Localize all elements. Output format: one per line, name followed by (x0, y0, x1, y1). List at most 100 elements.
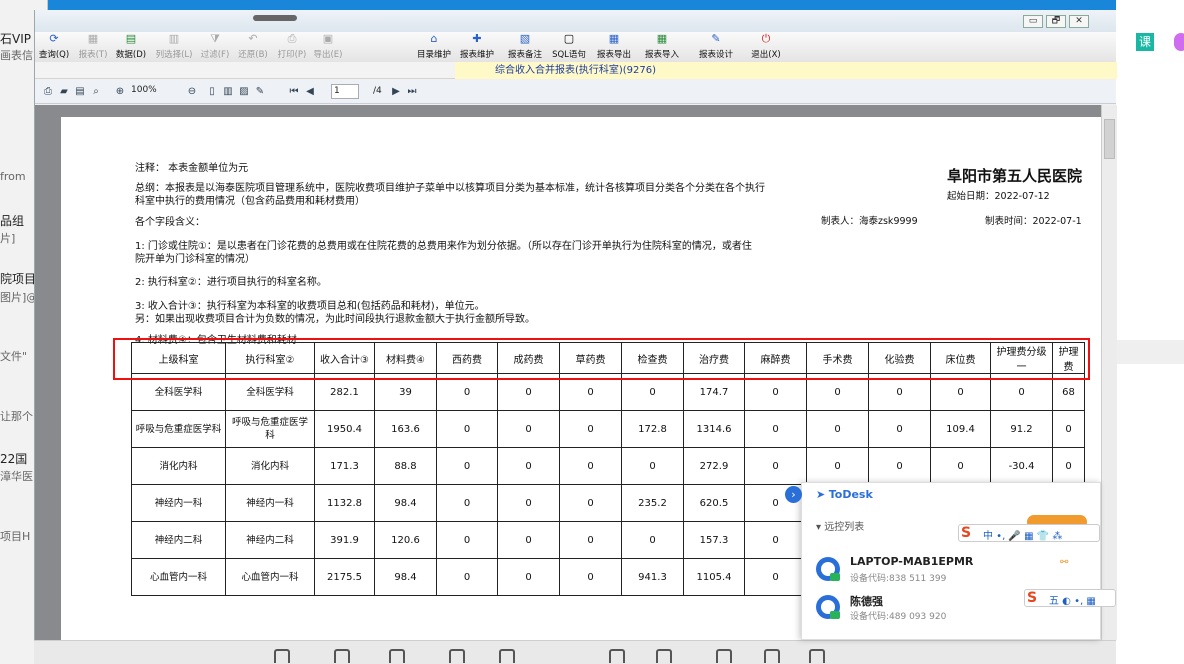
ime-toolbar-2[interactable]: S 五 ◐ •, ▦ (1024, 589, 1116, 607)
bg-text: 文件" (0, 350, 28, 363)
start-date: 起始日期：2022-07-12 (947, 191, 1050, 202)
table-row: 消化内科 消化内科 171.3 88.8 0 0 0 0 272.9 0 0 0 0 -30.4 0 (131, 447, 1085, 485)
taskbar-icon[interactable] (449, 649, 465, 663)
report-button[interactable]: ▦ 报表(T) (75, 32, 111, 62)
print-icon[interactable]: ⎙ (41, 85, 55, 98)
link-icon[interactable]: ⚯ (1060, 557, 1068, 568)
ime-toolbar[interactable]: S 中 •, 🎤 ▦ 👕 ⁂ (958, 524, 1100, 542)
taskbar-icon[interactable] (764, 649, 780, 663)
data-icon: ▤ (125, 32, 137, 45)
page-setup-icon[interactable]: ▨ (237, 85, 251, 98)
table-cell: 0 (497, 373, 560, 411)
taskbar-icon[interactable] (274, 649, 290, 663)
course-badge[interactable]: 课 (1136, 33, 1154, 51)
column-header: 治疗费 (683, 342, 745, 374)
report-design-button[interactable]: ✎ 报表设计 (695, 32, 737, 62)
note-line: 注释： 本表金额单位为元 (135, 163, 249, 174)
filter-icon: ⧩ (210, 32, 220, 45)
taskbar-icon[interactable] (716, 649, 732, 663)
taskbar-icon[interactable] (656, 649, 672, 663)
table-cell: 171.3 (314, 447, 375, 485)
minimize-button[interactable]: ▭ (1023, 15, 1043, 28)
find-icon[interactable]: ⌕ (89, 85, 103, 98)
page-number-input[interactable]: 1 (331, 84, 359, 99)
vertical-scrollbar[interactable] (1101, 105, 1117, 640)
device-avatar (816, 595, 840, 619)
report-maintain-button[interactable]: ✚ 报表维护 (457, 32, 497, 62)
last-page-icon[interactable]: ⏭ (405, 85, 419, 98)
scroll-thumb[interactable] (1104, 119, 1115, 159)
export-button[interactable]: ▣ 导出(E) (311, 32, 345, 62)
sql-button[interactable]: ▢ SQL语句 (549, 32, 589, 62)
catalog-maintain-button[interactable]: ⌂ 目录维护 (415, 32, 453, 62)
table-cell: -30.4 (990, 447, 1053, 485)
data-button[interactable]: ▤ 数据(D) (113, 32, 149, 62)
column-header: 护理费 (1052, 342, 1085, 374)
note-icon: ▧ (519, 32, 531, 45)
close-button[interactable]: ✕ (1069, 15, 1089, 28)
export-icon: ▣ (322, 32, 334, 45)
table-cell: 0 (621, 373, 684, 411)
table-cell: 0 (559, 447, 622, 485)
filter-button[interactable]: ⧩ 过滤(F) (197, 32, 233, 62)
bg-text: 石VIP (0, 32, 31, 46)
report-time: 制表时间：2022-07-1 (985, 216, 1082, 227)
column-header: 手术费 (806, 342, 869, 374)
table-cell: 0 (436, 558, 498, 596)
table-row: 呼吸与危重症医学科 呼吸与危重症医学科 1950.4 163.6 0 0 0 172.8 131… (131, 410, 1085, 448)
collapse-icon[interactable]: › (785, 486, 802, 503)
table-cell: 全科医学科 (225, 373, 315, 411)
report-note-button[interactable]: ▧ 报表备注 (505, 32, 545, 62)
zoom-in-icon[interactable]: ⊕ (113, 85, 127, 98)
table-cell: 2175.5 (314, 558, 375, 596)
report-icon: ▦ (87, 32, 99, 45)
zoom-select[interactable]: 100% (131, 85, 157, 95)
table-cell: 91.2 (990, 410, 1053, 448)
table-cell: 391.9 (314, 521, 375, 559)
column-header: 材料费④ (374, 342, 437, 374)
zoom-out-icon[interactable]: ⊖ (185, 85, 199, 98)
prev-page-icon[interactable]: ◀ (303, 85, 317, 98)
report-export-button[interactable]: ▦ 报表导出 (593, 32, 635, 62)
save-icon[interactable]: ▤ (73, 85, 87, 98)
table-cell: 0 (1052, 410, 1085, 448)
device-item[interactable]: LAPTOP-MAB1EPMR 设备代码:838 511 399 ⚯ (816, 553, 1076, 589)
drag-handle[interactable] (253, 15, 297, 21)
query-button[interactable]: ⟳ 查询(Q) (37, 32, 71, 62)
table-row: 全科医学科 全科医学科 282.1 39 0 0 0 0 174.7 0 0 0 0 0 68 (131, 373, 1085, 411)
taskbar-icon[interactable] (609, 649, 625, 663)
multi-page-icon[interactable]: ▥ (221, 85, 235, 98)
exit-button[interactable]: ⏻ 退出(X) (747, 32, 785, 62)
column-select-button[interactable]: ▥ 列选择(L) (153, 32, 195, 62)
taskbar-icon[interactable] (334, 649, 350, 663)
column-header: 西药费 (436, 342, 498, 374)
sogou-icon: S (961, 525, 972, 541)
column-header: 护理费分级一 (990, 342, 1053, 374)
table-cell: 39 (374, 373, 437, 411)
open-icon[interactable]: ▰ (57, 85, 71, 98)
table-cell: 0 (806, 410, 869, 448)
table-cell: 120.6 (374, 521, 437, 559)
single-page-icon[interactable]: ▯ (205, 85, 219, 98)
report-title-bar: 综合收入合并报表(执行科室)(9276) (35, 62, 1117, 79)
todesk-panel: › ➤ ToDesk ▾ 远控列表 LAPTOP-MAB1EPMR 设备代码:8… (785, 482, 1101, 640)
first-page-icon[interactable]: ⏮ (287, 85, 301, 98)
table-cell: 神经内一科 (225, 484, 315, 522)
restore-data-button[interactable]: ↶ 还原(B) (235, 32, 271, 62)
next-page-icon[interactable]: ▶ (389, 85, 403, 98)
report-import-button[interactable]: ▦ 报表导入 (641, 32, 683, 62)
table-cell: 0 (436, 410, 498, 448)
table-cell: 0 (559, 558, 622, 596)
report-export-icon: ▦ (608, 32, 620, 45)
table-cell: 68 (1052, 373, 1085, 411)
avatar[interactable] (1174, 33, 1184, 51)
taskbar-icon[interactable] (499, 649, 515, 663)
table-cell: 心血管内一科 (131, 558, 226, 596)
taskbar-icon[interactable] (809, 649, 825, 663)
print-button[interactable]: ⎙ 打印(P) (275, 32, 309, 62)
ime-status: 五 ◐ •, ▦ (1049, 596, 1096, 607)
table-cell: 941.3 (621, 558, 684, 596)
taskbar-icon[interactable] (389, 649, 405, 663)
restore-button[interactable]: 🗗 (1046, 15, 1066, 28)
edit-icon[interactable]: ✎ (253, 85, 267, 98)
